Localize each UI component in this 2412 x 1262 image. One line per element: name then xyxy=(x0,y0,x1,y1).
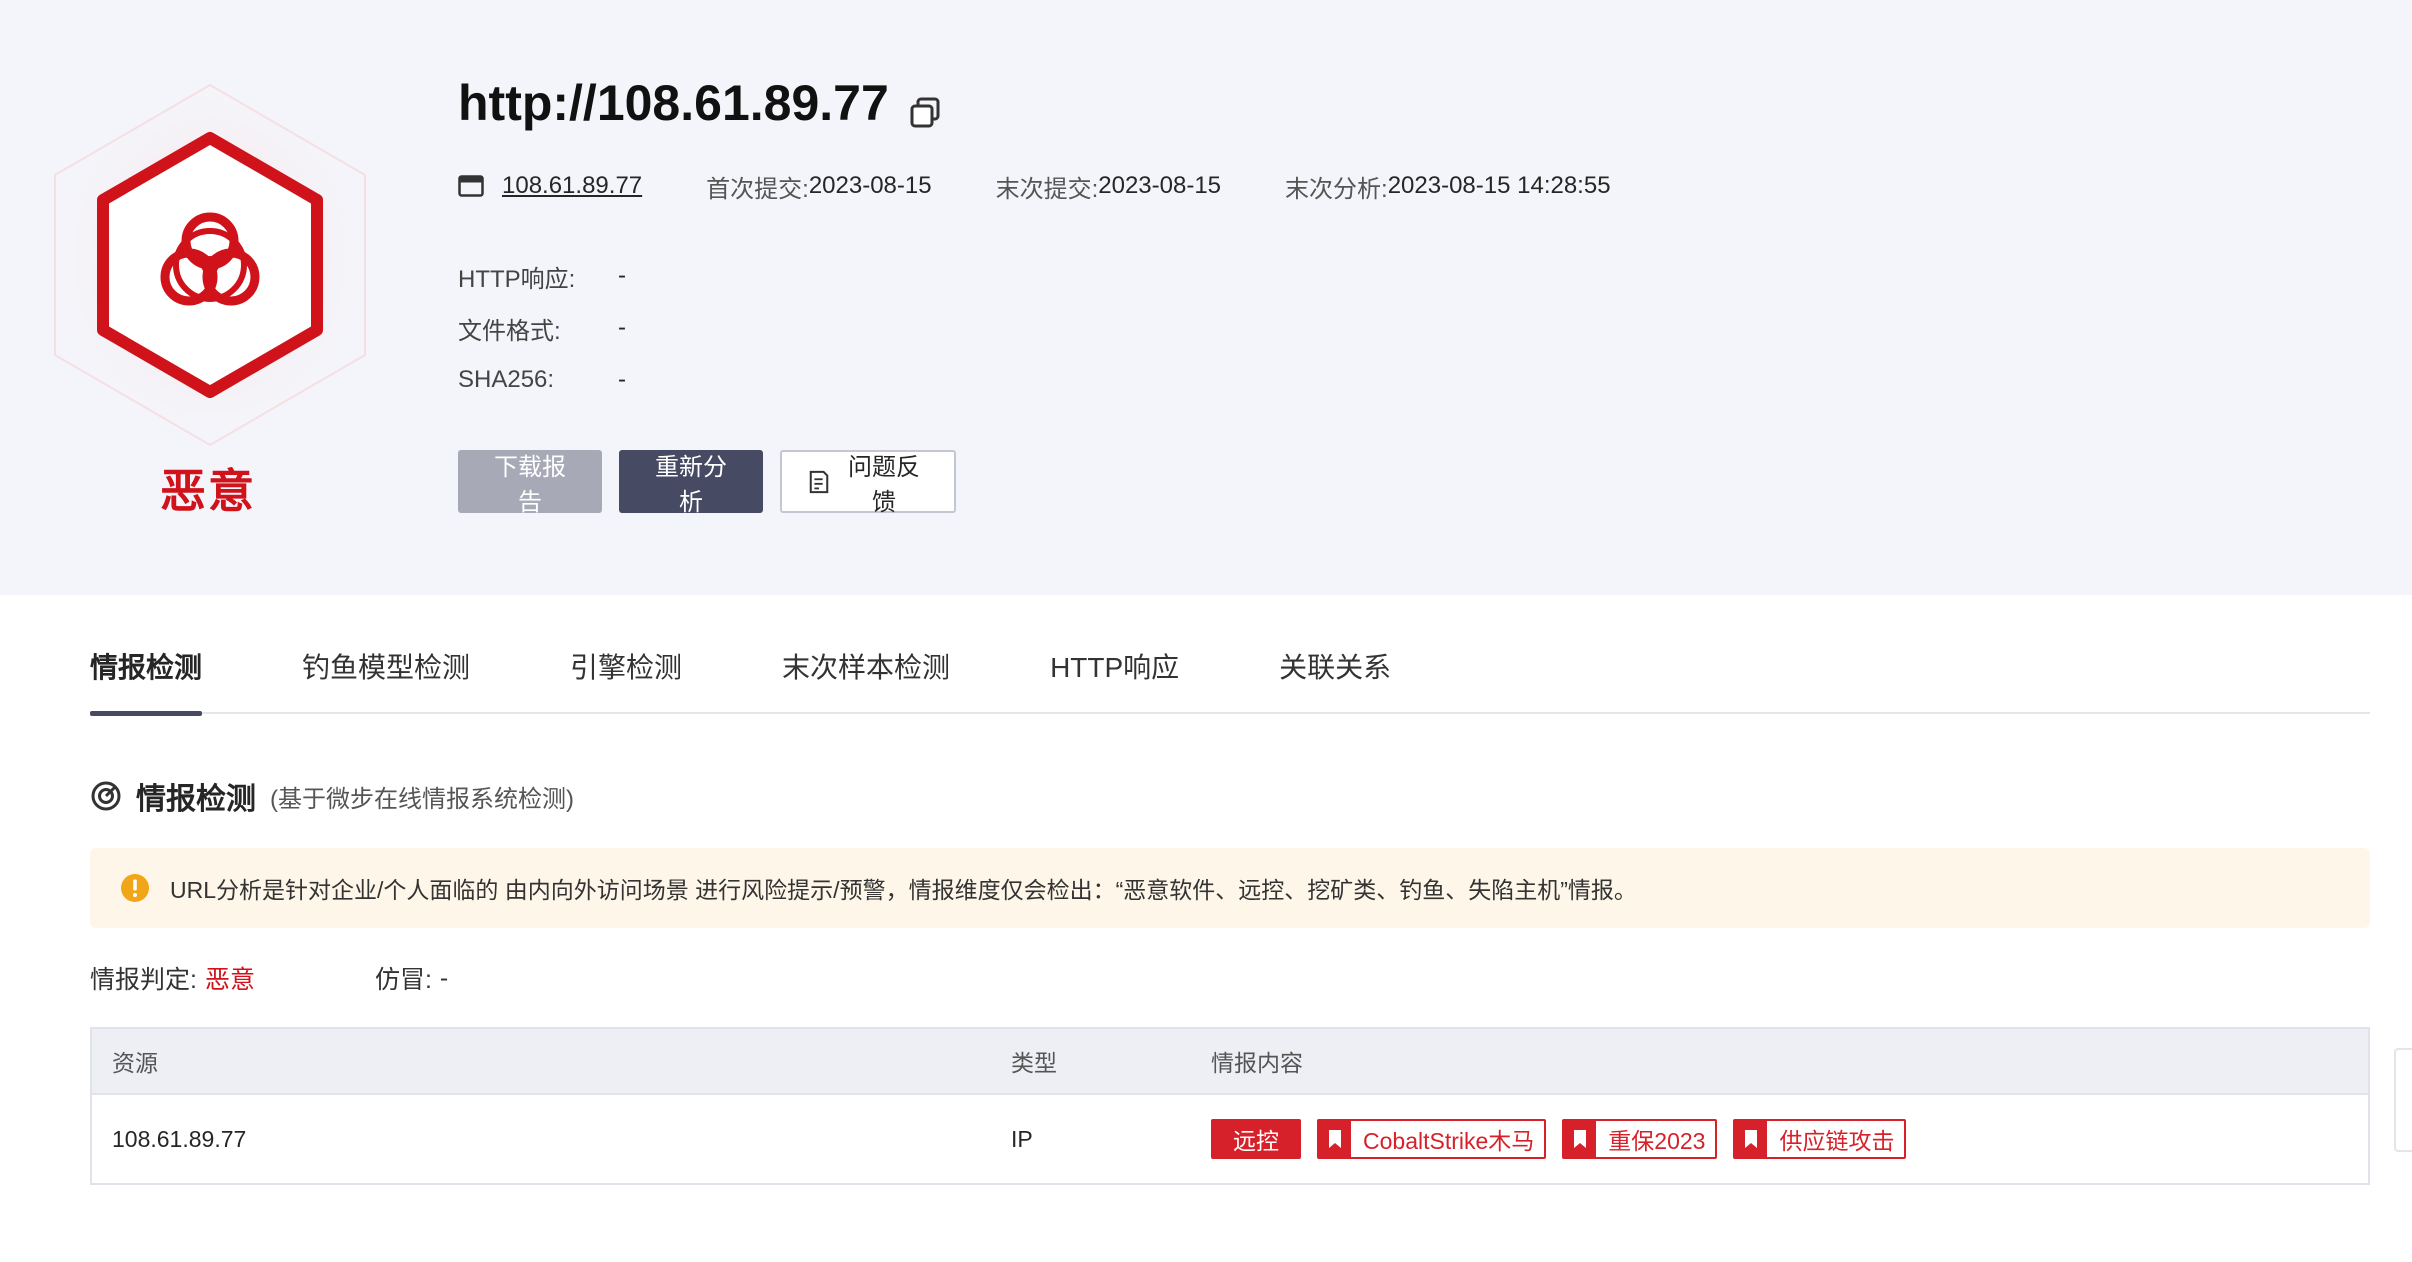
side-panel-handle[interactable] xyxy=(2394,1048,2412,1152)
feedback-icon xyxy=(809,470,829,493)
last-analysis-label: 末次分析: xyxy=(1285,175,1388,203)
url-text: http://108.61.89.77 xyxy=(458,75,889,131)
info-label: HTTP响应: xyxy=(458,265,576,293)
section-subtitle: (基于微步在线情报系统检测) xyxy=(270,785,574,813)
notice-banner: URL分析是针对企业/个人面临的 由内向外访问场景 进行风险提示/预警，情报维度… xyxy=(90,848,2370,928)
intel-table: 资源 类型 情报内容 108.61.89.77 IP 远控 CobaltStri… xyxy=(90,1027,2370,1185)
last-submit-value: 2023-08-15 xyxy=(1098,172,1222,199)
cell-type: IP xyxy=(1011,1125,1033,1152)
feedback-button[interactable]: 问题反馈 xyxy=(780,450,956,516)
tab-intel-detection[interactable]: 情报检测 xyxy=(90,618,203,716)
bookmark-icon xyxy=(1735,1121,1768,1157)
cell-intel-tags: 远控 CobaltStrike木马 重保2023 供应链攻击 xyxy=(1211,1119,2368,1159)
verdict-badge xyxy=(40,80,380,460)
table-row: 108.61.89.77 IP 远控 CobaltStrike木马 重保2023 xyxy=(92,1095,2368,1183)
judgement-value: 恶意 xyxy=(204,966,255,994)
submission-meta: 108.61.89.77 首次提交: 2023-08-15 末次提交: 2023… xyxy=(458,168,1675,204)
tag-label: 重保2023 xyxy=(1608,1128,1706,1154)
notice-text: URL分析是针对企业/个人面临的 由内向外访问场景 进行风险提示/预警，情报维度… xyxy=(170,877,1637,903)
hexagon-badge-icon xyxy=(54,83,366,447)
tab-phishing-model[interactable]: 钓鱼模型检测 xyxy=(302,618,470,714)
last-analysis-value: 2023-08-15 14:28:55 xyxy=(1387,172,1611,199)
feedback-label: 问题反馈 xyxy=(848,453,920,516)
cell-resource: 108.61.89.77 xyxy=(112,1125,247,1152)
info-value: - xyxy=(618,262,626,289)
info-warning-icon xyxy=(121,874,149,902)
bookmark-icon xyxy=(1319,1121,1351,1157)
action-buttons: 下载报告 重新分析 问题反馈 xyxy=(458,450,956,516)
info-label: SHA256: xyxy=(458,366,555,393)
spoof-value: - xyxy=(439,963,449,992)
host-link[interactable]: 108.61.89.77 xyxy=(502,172,642,200)
info-label: 文件格式: xyxy=(458,317,561,345)
info-value: - xyxy=(618,366,626,393)
tab-engine-detection[interactable]: 引擎检测 xyxy=(570,618,682,714)
tab-http-response[interactable]: HTTP响应 xyxy=(1050,618,1179,714)
section-title: 情报检测 xyxy=(136,783,256,816)
info-sha256: SHA256: - xyxy=(458,354,626,406)
column-header-resource: 资源 xyxy=(112,1050,158,1076)
tab-relations[interactable]: 关联关系 xyxy=(1279,618,1391,714)
info-file-format: 文件格式: - xyxy=(458,302,626,354)
verdict-label: 恶意 xyxy=(160,465,256,517)
detail-tabs: 情报检测 钓鱼模型检测 引擎检测 末次样本检测 HTTP响应 关联关系 xyxy=(90,618,2370,716)
copy-icon[interactable] xyxy=(907,85,943,128)
tag-label: 供应链攻击 xyxy=(1779,1128,1895,1154)
file-info: HTTP响应: - 文件格式: - SHA256: - xyxy=(458,250,626,406)
judgement-label: 情报判定: xyxy=(90,966,197,994)
tag-hw2023[interactable]: 重保2023 xyxy=(1562,1119,1718,1159)
download-report-button[interactable]: 下载报告 xyxy=(458,450,602,516)
tag-supply-chain[interactable]: 供应链攻击 xyxy=(1733,1119,1907,1159)
column-header-type: 类型 xyxy=(1011,1050,1057,1076)
radar-icon xyxy=(91,781,121,811)
tag-cobaltstrike[interactable]: CobaltStrike木马 xyxy=(1317,1119,1547,1159)
tag-remote-control[interactable]: 远控 xyxy=(1211,1119,1301,1159)
bookmark-icon xyxy=(1564,1121,1597,1157)
tag-label: CobaltStrike木马 xyxy=(1363,1128,1535,1154)
spoof-label: 仿冒: xyxy=(374,966,432,994)
table-header: 资源 类型 情报内容 xyxy=(92,1029,2368,1095)
info-value: - xyxy=(618,314,626,341)
browser-window-icon xyxy=(458,175,484,197)
judgement-row: 情报判定: 恶意 仿冒: - xyxy=(90,960,448,996)
first-submit-value: 2023-08-15 xyxy=(808,172,932,199)
column-header-intel: 情报内容 xyxy=(1211,1050,1303,1076)
tab-last-sample[interactable]: 末次样本检测 xyxy=(782,618,950,714)
page-title: http://108.61.89.77 xyxy=(458,74,943,132)
last-submit-label: 末次提交: xyxy=(995,175,1099,203)
first-submit-label: 首次提交: xyxy=(706,175,809,203)
report-header: 恶意 http://108.61.89.77 108.61.89.77 首次提交… xyxy=(0,0,2412,595)
reanalyze-button[interactable]: 重新分析 xyxy=(619,450,763,516)
info-http-response: HTTP响应: - xyxy=(458,250,626,302)
section-header: 情报检测 (基于微步在线情报系统检测) xyxy=(90,774,574,818)
